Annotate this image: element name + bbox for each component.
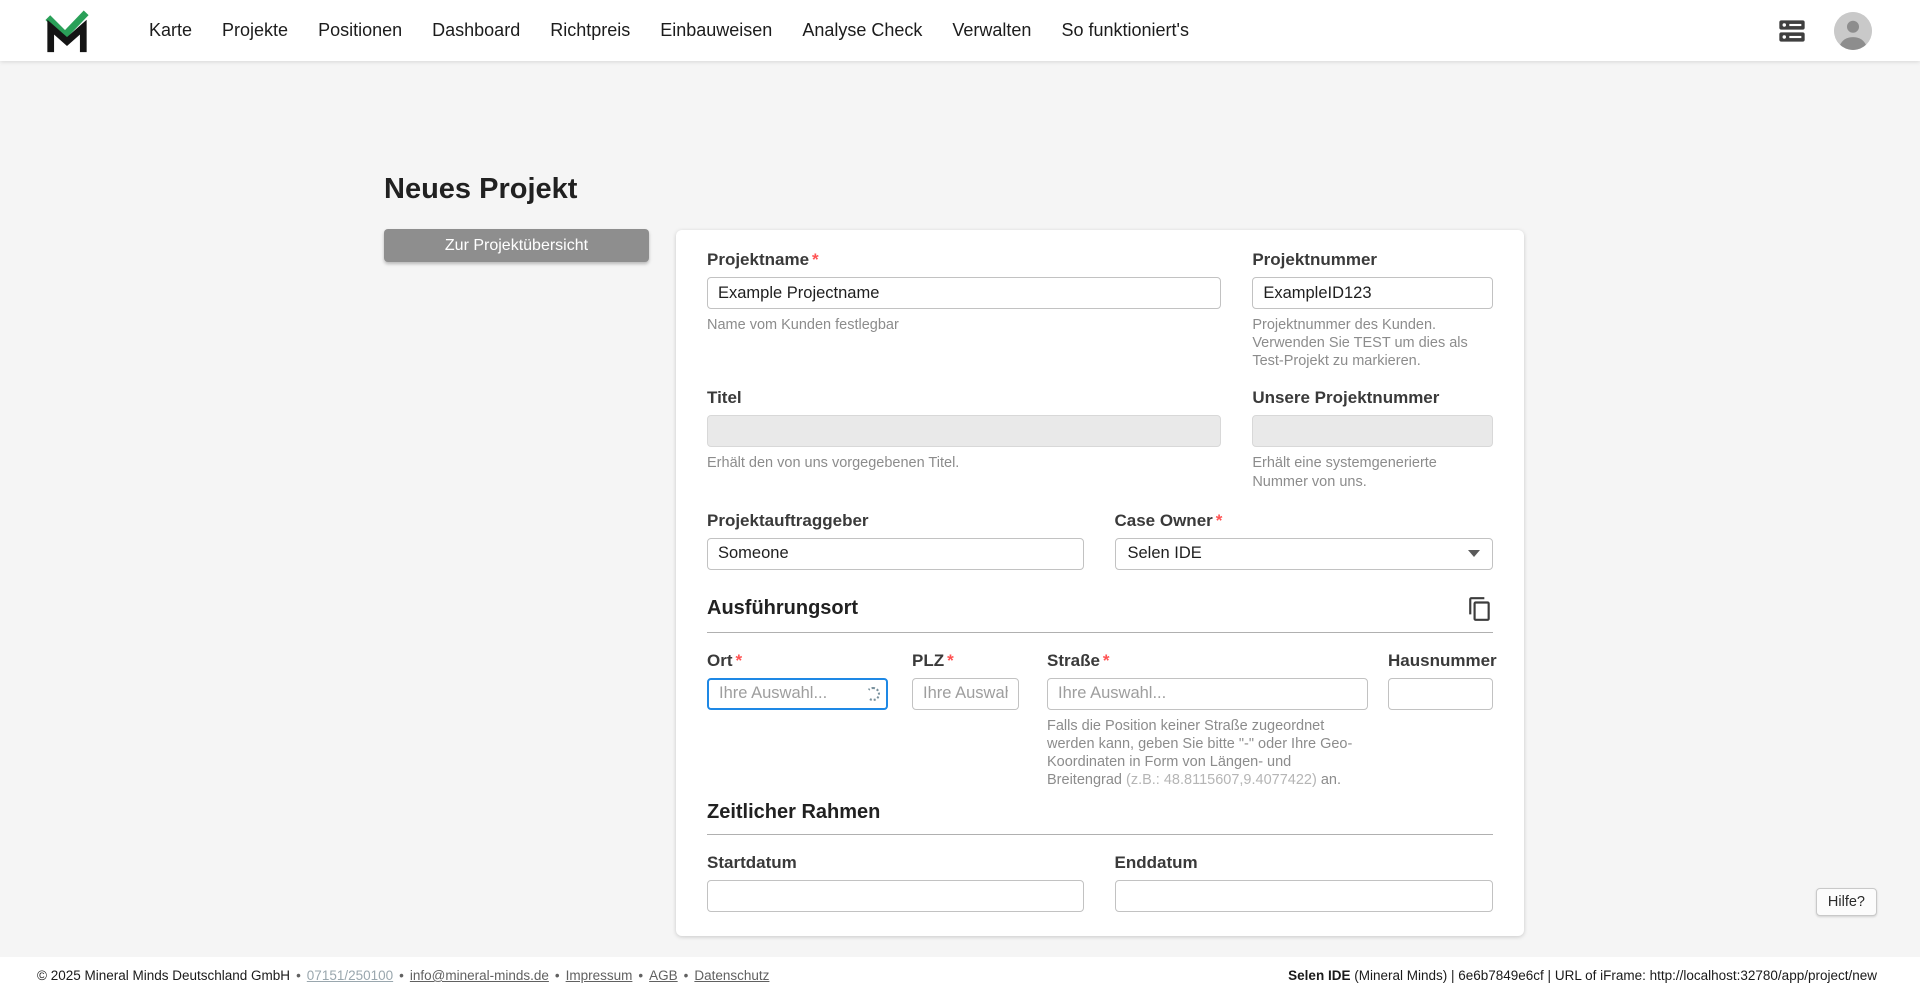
projektauftraggeber-input[interactable] [707, 537, 1084, 570]
required-asterisk: * [1102, 650, 1110, 670]
ort-label: Ort * [707, 650, 743, 670]
mineral-minds-logo[interactable] [44, 8, 90, 54]
strasse-helper: Falls die Position keiner Straße zugeord… [1047, 717, 1353, 788]
plz-label: PLZ * [912, 650, 954, 670]
case-owner-value: Selen IDE [1127, 544, 1202, 563]
startdatum-input[interactable] [707, 880, 1084, 913]
titel-label: Titel [707, 388, 742, 408]
nav-item-verwalten[interactable]: Verwalten [937, 20, 1046, 41]
projektnummer-helper: Projektnummer des Kunden. Verwenden Sie … [1252, 317, 1468, 370]
footer: © 2025 Mineral Minds Deutschland GmbH • … [0, 957, 1920, 994]
strasse-input[interactable] [1047, 677, 1368, 710]
nav-item-einbauweisen[interactable]: Einbauweisen [645, 20, 787, 41]
row-name-number: Projektname* Name vom Kunden festlegbar … [707, 250, 1493, 370]
required-asterisk: * [947, 650, 954, 670]
unsere-projektnummer-input [1252, 415, 1493, 448]
footer-link-phone[interactable]: 07151/250100 [307, 968, 393, 983]
page-title: Neues Projekt [384, 173, 578, 205]
unsere-projektnummer-helper: Erhält eine systemgenerierte Nummer von … [1252, 455, 1437, 490]
footer-link-datenschutz[interactable]: Datenschutz [694, 968, 769, 983]
help-button[interactable]: Hilfe? [1815, 888, 1877, 916]
nav-item-dashboard[interactable]: Dashboard [417, 20, 535, 41]
top-navbar: Karte Projekte Positionen Dashboard Rich… [0, 0, 1920, 61]
loading-spinner-icon [866, 686, 880, 701]
projektnummer-input[interactable] [1252, 277, 1493, 309]
person-icon [1834, 11, 1872, 50]
projektname-label: Projektname * [707, 250, 819, 269]
session-user: Selen IDE [1288, 968, 1351, 983]
projektname-input[interactable] [707, 277, 1222, 309]
divider [707, 631, 1493, 633]
startdatum-label: Startdatum [707, 853, 797, 873]
enddatum-label: Enddatum [1114, 853, 1198, 873]
main-content: Neues Projekt Zur Projektübersicht Proje… [0, 61, 1920, 957]
navbar-right [1776, 11, 1872, 50]
ort-input[interactable] [707, 677, 888, 710]
form-cards: Projektname* Name vom Kunden festlegbar … [676, 230, 1524, 957]
copy-icon[interactable] [1467, 596, 1493, 622]
nav-item-karte[interactable]: Karte [134, 20, 207, 41]
user-avatar[interactable] [1834, 11, 1872, 50]
row-auftraggeber-caseowner: Projektauftraggeber Case Owner* Selen ID… [707, 511, 1493, 570]
nav-item-richtpreis[interactable]: Richtpreis [535, 20, 645, 41]
titel-input [707, 415, 1222, 448]
hausnummer-label: Hausnummer [1388, 650, 1497, 670]
footer-link-agb[interactable]: AGB [649, 968, 678, 983]
server-icon[interactable] [1776, 15, 1808, 47]
ausfuehrungsort-title: Ausführungsort [707, 597, 859, 620]
zeitlicher-rahmen-title: Zeitlicher Rahmen [707, 801, 881, 824]
session-details: (Mineral Minds) | 6e6b7849e6cf | URL of … [1350, 968, 1877, 983]
required-asterisk: * [735, 650, 743, 670]
chevron-down-icon [1468, 550, 1480, 558]
copyright-text: © 2025 Mineral Minds Deutschland GmbH [37, 968, 291, 983]
required-asterisk: * [812, 250, 819, 269]
section-ausfuehrungsort: Ausführungsort [707, 596, 1493, 622]
required-asterisk: * [1215, 510, 1223, 530]
footer-left: © 2025 Mineral Minds Deutschland GmbH • … [37, 968, 770, 983]
projektname-helper: Name vom Kunden festlegbar [707, 317, 899, 333]
main-navigation: Karte Projekte Positionen Dashboard Rich… [134, 20, 1204, 41]
row-location: Ort* PLZ* Straße* Falls die Position kei… [707, 650, 1497, 790]
nav-item-so-funktionierts[interactable]: So funktioniert's [1046, 20, 1204, 41]
titel-helper: Erhält den von uns vorgegebenen Titel. [707, 455, 960, 472]
nav-item-analyse-check[interactable]: Analyse Check [787, 20, 937, 41]
case-owner-label: Case Owner * [1114, 510, 1223, 530]
nav-item-positionen[interactable]: Positionen [303, 20, 417, 41]
row-titel-unsere-nummer: Titel Erhält den von uns vorgegebenen Ti… [707, 388, 1493, 490]
enddatum-input[interactable] [1114, 880, 1493, 913]
footer-link-impressum[interactable]: Impressum [566, 968, 633, 983]
footer-session-info: Selen IDE (Mineral Minds) | 6e6b7849e6cf… [1288, 968, 1877, 983]
case-owner-select[interactable]: Selen IDE [1114, 537, 1493, 570]
unsere-projektnummer-label: Unsere Projektnummer [1252, 388, 1440, 408]
strasse-label: Straße * [1047, 650, 1110, 670]
row-dates: Startdatum Enddatum [707, 853, 1493, 913]
logo-icon [45, 9, 89, 52]
projektnummer-label: Projektnummer [1252, 250, 1378, 269]
plz-input[interactable] [912, 677, 1019, 710]
nav-item-projekte[interactable]: Projekte [207, 20, 303, 41]
section-zeitlicher-rahmen: Zeitlicher Rahmen [707, 801, 1493, 824]
footer-link-email[interactable]: info@mineral-minds.de [410, 968, 549, 983]
project-form-card: Projektname* Name vom Kunden festlegbar … [676, 230, 1524, 937]
divider [707, 834, 1493, 836]
hausnummer-input[interactable] [1388, 677, 1493, 710]
projektauftraggeber-label: Projektauftraggeber [707, 510, 869, 530]
back-to-projects-button[interactable]: Zur Projektübersicht [384, 229, 649, 262]
